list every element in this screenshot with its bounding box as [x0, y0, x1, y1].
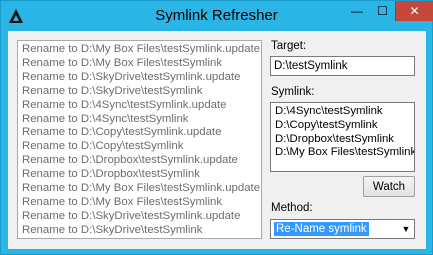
- chevron-down-icon[interactable]: ▼: [398, 220, 414, 238]
- log-line: Rename to D:\My Box Files\testSymlink: [22, 56, 223, 69]
- log-line: Rename to D:\My Box Files\testSymlink.up…: [22, 43, 261, 55]
- log-line: Rename to D:\My Box Files\testSymlink.up…: [22, 182, 261, 195]
- symlink-list-item[interactable]: D:\4Sync\testSymlink: [275, 105, 414, 119]
- title-bar[interactable]: Symlink Refresher — ☐ ✕: [1, 1, 433, 31]
- method-selected-value: Re-Name symlink: [274, 222, 369, 236]
- method-label: Method:: [271, 202, 313, 214]
- minimize-button[interactable]: —: [344, 1, 370, 21]
- maximize-button[interactable]: ☐: [370, 1, 395, 21]
- log-line: Rename to D:\SkyDrive\testSymlink: [22, 223, 203, 236]
- symlink-list[interactable]: D:\4Sync\testSymlink D:\Copy\testSymlink D…: [270, 102, 415, 172]
- log-line: Rename to D:\SkyDrive\testSymlink.update: [22, 209, 241, 222]
- symlink-label: Symlink:: [271, 86, 315, 98]
- log-line: Rename to D:\My Box Files\testSymlink: [22, 195, 223, 208]
- window-client-area: Rename to D:\My Box Files\testSymlink.up…: [8, 31, 426, 249]
- log-line: Rename to D:\SkyDrive\testSymlink: [22, 84, 203, 97]
- symlink-list-item[interactable]: D:\Copy\testSymlink: [275, 119, 414, 133]
- app-window: Symlink Refresher — ☐ ✕ Rename to D:\My …: [0, 0, 433, 255]
- symlink-list-item[interactable]: D:\Dropbox\testSymlink: [275, 133, 414, 147]
- log-line: Rename to D:\Dropbox\testSymlink.update: [22, 154, 238, 167]
- close-button[interactable]: ✕: [395, 1, 433, 21]
- log-line: Rename to D:\4Sync\testSymlink: [22, 112, 189, 125]
- target-label: Target:: [271, 40, 307, 52]
- target-field[interactable]: [270, 56, 415, 76]
- activity-log-list[interactable]: Rename to D:\My Box Files\testSymlink.up…: [17, 40, 262, 239]
- log-line: Rename to D:\4Sync\testSymlink.update: [22, 98, 227, 111]
- watch-button[interactable]: Watch: [363, 176, 415, 197]
- log-line: Rename to D:\SkyDrive\testSymlink.update: [22, 70, 241, 83]
- symlink-list-item[interactable]: D:\My Box Files\testSymlink: [275, 146, 414, 160]
- log-line: Rename to D:\Dropbox\testSymlink: [22, 168, 200, 181]
- log-line: Rename to D:\Copy\testSymlink.update: [22, 126, 222, 139]
- log-line: Rename to D:\Copy\testSymlink: [22, 140, 184, 153]
- method-dropdown[interactable]: Re-Name symlink ▼: [270, 219, 415, 239]
